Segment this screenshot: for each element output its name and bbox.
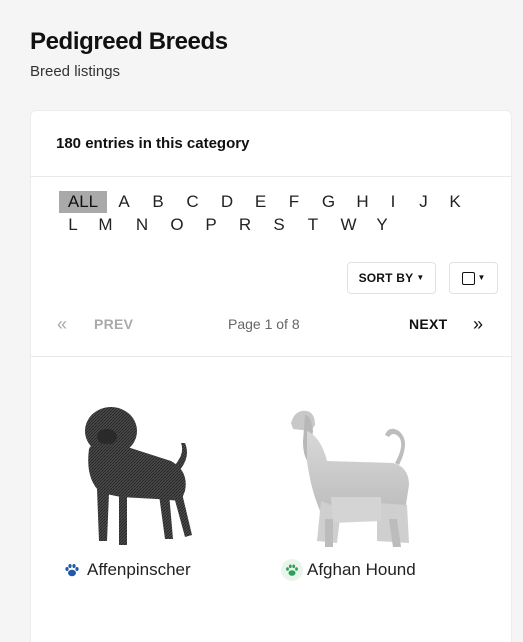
letter-filter-n[interactable]: N bbox=[124, 214, 160, 236]
double-chevron-right-icon[interactable]: » bbox=[473, 313, 483, 335]
letter-filter-o[interactable]: O bbox=[160, 214, 194, 236]
letter-filter-t[interactable]: T bbox=[296, 214, 330, 236]
divider bbox=[31, 176, 511, 177]
divider bbox=[31, 356, 511, 357]
breed-name[interactable]: Affenpinscher bbox=[87, 560, 191, 580]
breed-card[interactable]: Affenpinscher bbox=[61, 401, 201, 579]
letter-filter-y[interactable]: Y bbox=[367, 214, 397, 236]
paw-icon bbox=[61, 559, 83, 581]
breed-name[interactable]: Afghan Hound bbox=[307, 560, 416, 580]
double-chevron-left-icon[interactable]: « bbox=[57, 313, 67, 335]
square-icon bbox=[461, 271, 475, 285]
affenpinscher-image[interactable] bbox=[61, 401, 201, 551]
letter-filter-e[interactable]: E bbox=[244, 191, 277, 213]
page-title: Pedigreed Breeds bbox=[30, 28, 228, 55]
sort-by-label: SORT BY bbox=[358, 271, 414, 285]
letter-filter-i[interactable]: I bbox=[379, 191, 407, 213]
letter-filter-b[interactable]: B bbox=[141, 191, 175, 213]
entry-count: 180 entries in this category bbox=[56, 135, 250, 152]
letter-filter-l[interactable]: L bbox=[59, 214, 87, 236]
letter-filter-w[interactable]: W bbox=[330, 214, 367, 236]
pagination: « PREV Page 1 of 8 NEXT » bbox=[31, 313, 511, 335]
prev-button[interactable]: PREV bbox=[94, 313, 133, 335]
letter-filter-d[interactable]: D bbox=[210, 191, 244, 213]
caret-down-icon: ▼ bbox=[477, 273, 486, 282]
page-indicator: Page 1 of 8 bbox=[228, 316, 300, 332]
breed-name-row: Afghan Hound bbox=[281, 559, 416, 581]
letter-filter-k[interactable]: K bbox=[440, 191, 470, 213]
paw-icon bbox=[281, 559, 303, 581]
breed-card[interactable]: Afghan Hound bbox=[281, 401, 421, 581]
next-button[interactable]: NEXT bbox=[409, 313, 448, 335]
letter-filter-a[interactable]: A bbox=[107, 191, 141, 213]
letter-filter-m[interactable]: M bbox=[87, 214, 124, 236]
page-subtitle: Breed listings bbox=[30, 63, 121, 80]
letter-filter-j[interactable]: J bbox=[407, 191, 440, 213]
view-toggle-button[interactable]: ▼ bbox=[449, 262, 498, 294]
letter-filter-g[interactable]: G bbox=[311, 191, 346, 213]
letter-filter-r[interactable]: R bbox=[228, 214, 262, 236]
afghan-hound-image[interactable] bbox=[281, 401, 421, 551]
letter-filter-p[interactable]: P bbox=[194, 214, 228, 236]
breed-listing-card: 180 entries in this category ALL A B C D… bbox=[30, 110, 512, 642]
sort-by-button[interactable]: SORT BY ▼ bbox=[347, 262, 436, 294]
alphabet-filter-row-1: ALL A B C D E F G H I J K bbox=[59, 191, 470, 213]
letter-filter-all[interactable]: ALL bbox=[59, 191, 107, 213]
letter-filter-h[interactable]: H bbox=[346, 191, 379, 213]
letter-filter-s[interactable]: S bbox=[262, 214, 296, 236]
alphabet-filter-row-2: L M N O P R S T W Y bbox=[59, 214, 397, 236]
caret-down-icon: ▼ bbox=[416, 273, 425, 282]
breed-name-row: Affenpinscher bbox=[61, 559, 191, 581]
letter-filter-c[interactable]: C bbox=[175, 191, 210, 213]
letter-filter-f[interactable]: F bbox=[277, 191, 311, 213]
